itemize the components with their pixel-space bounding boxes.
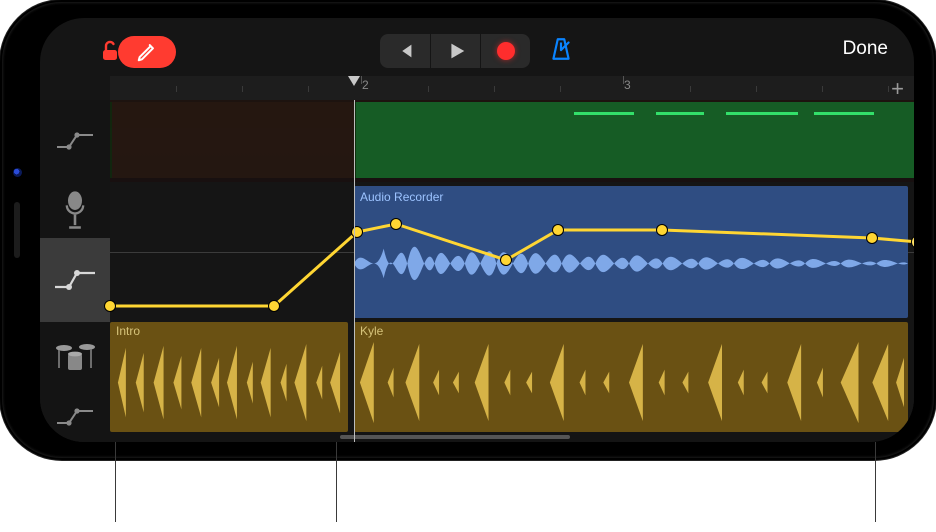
automation-point[interactable]: [657, 225, 667, 235]
automation-point[interactable]: [501, 255, 511, 265]
automation-edit-button[interactable]: [118, 36, 176, 68]
callout-leader: [115, 442, 116, 522]
track-headers: [40, 100, 110, 442]
ruler-tick: 3: [624, 78, 631, 92]
horizontal-scroll-indicator[interactable]: [340, 435, 570, 439]
callout-leader: [336, 442, 337, 522]
automation-point[interactable]: [867, 233, 877, 243]
unlock-icon[interactable]: [98, 39, 124, 65]
automation-curve-icon: [55, 405, 95, 429]
track-header-automation-selected[interactable]: [40, 238, 110, 322]
region-title: Kyle: [360, 324, 383, 338]
track-lane-audio[interactable]: Audio Recorder: [110, 182, 914, 322]
drummer-region[interactable]: Kyle: [354, 322, 908, 432]
automation-point[interactable]: [269, 301, 279, 311]
microphone-icon: [61, 190, 89, 230]
automation-curve-icon: [53, 267, 97, 293]
front-camera: [13, 168, 22, 177]
record-icon: [497, 42, 515, 60]
automation-point[interactable]: [105, 301, 115, 311]
drummer-region[interactable]: Intro: [110, 322, 348, 432]
notch: [0, 140, 36, 320]
playhead[interactable]: [354, 100, 355, 442]
ruler[interactable]: 2 3 +: [110, 76, 914, 100]
done-button[interactable]: Done: [843, 38, 888, 60]
track-lane-drums[interactable]: Intro: [110, 322, 914, 432]
tracks-area: Audio Recorder Intro: [40, 100, 914, 442]
automation-curve-icon: [55, 129, 95, 153]
midi-region[interactable]: [354, 102, 914, 178]
waveform: [354, 214, 908, 313]
region-title: Audio Recorder: [360, 190, 443, 204]
region-title: Intro: [116, 324, 140, 338]
track-header-automation-3[interactable]: [40, 392, 110, 442]
automation-point[interactable]: [553, 225, 563, 235]
ruler-tick: 2: [362, 78, 369, 92]
record-button[interactable]: [480, 34, 530, 68]
add-section-button[interactable]: +: [891, 76, 904, 102]
transport-controls: [380, 34, 574, 68]
waveform: [110, 338, 348, 427]
waveform: [354, 338, 908, 427]
screen: Done 2 3 +: [40, 18, 914, 442]
metronome-button[interactable]: [548, 36, 574, 67]
device-frame: Done 2 3 +: [0, 0, 936, 460]
track-lane-instrument[interactable]: [110, 100, 914, 182]
automation-point[interactable]: [391, 219, 401, 229]
top-toolbar: Done: [40, 24, 914, 70]
callout-leader: [875, 442, 876, 522]
play-button[interactable]: [430, 34, 480, 68]
track-header-mic[interactable]: [40, 182, 110, 238]
edit-lock-group: [98, 36, 176, 68]
track-header-automation-1[interactable]: [40, 100, 110, 182]
track-header-drums[interactable]: [40, 322, 110, 392]
go-to-beginning-button[interactable]: [380, 34, 430, 68]
audio-region[interactable]: Audio Recorder: [354, 186, 908, 318]
speaker: [14, 202, 20, 258]
midi-region[interactable]: [110, 102, 354, 178]
drumkit-icon: [54, 340, 96, 374]
